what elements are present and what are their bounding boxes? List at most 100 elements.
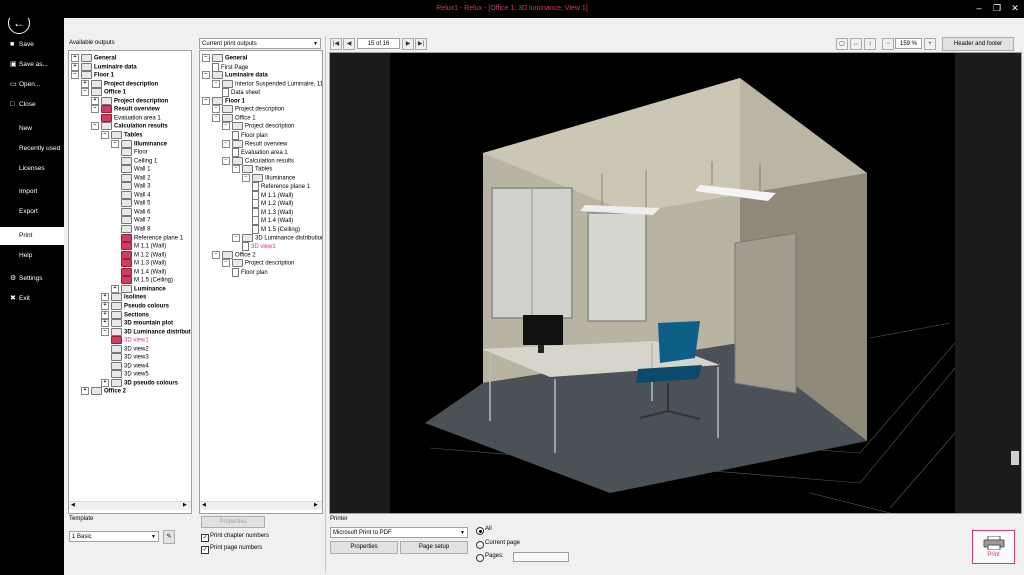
collapse-icon[interactable]: − <box>212 79 220 88</box>
menu-item-settings[interactable]: ⚙ Settings <box>0 270 64 288</box>
tree-item[interactable]: + Isolines <box>101 293 146 302</box>
tree-item[interactable]: + Luminance <box>111 284 166 294</box>
zoom-level[interactable]: 159 % <box>895 38 922 49</box>
properties-button[interactable]: Properties <box>201 516 265 528</box>
collapse-icon[interactable]: − <box>202 96 210 105</box>
menu-item-save[interactable]: ■ Save <box>0 36 64 54</box>
collapse-icon[interactable]: − <box>232 233 240 242</box>
restore-icon[interactable]: ❐ <box>990 2 1004 14</box>
tree-item[interactable]: − Illuminance <box>111 139 167 149</box>
tree-item[interactable]: + General <box>71 54 116 63</box>
collapse-icon[interactable]: − <box>222 139 230 148</box>
menu-item-close[interactable]: □ Close <box>0 96 64 114</box>
print-preview[interactable] <box>329 52 1022 514</box>
tree-item[interactable]: M 1.3 (Wall) <box>252 207 293 217</box>
scroll-right-icon[interactable]: ▶ <box>314 502 318 508</box>
expand-icon[interactable]: + <box>71 62 79 71</box>
tree-item[interactable]: + Sections <box>101 310 149 320</box>
tree-item[interactable]: − Illuminance <box>242 173 295 183</box>
tree-item[interactable]: + Project description <box>81 79 158 89</box>
tree-item[interactable]: − Calculation results <box>222 156 294 166</box>
collapse-icon[interactable]: − <box>232 165 240 174</box>
tree-item[interactable]: − Result overview <box>222 139 287 149</box>
menu-item-open[interactable]: ▭ Open... <box>0 76 64 94</box>
collapse-icon[interactable]: − <box>202 71 210 80</box>
tree-item[interactable]: − Office 1 <box>212 113 256 123</box>
tree-item[interactable]: − 3D Luminance distribution <box>232 233 322 243</box>
first-page-icon[interactable]: |◀ <box>330 38 342 50</box>
scroll-right-icon[interactable]: ▶ <box>183 502 187 508</box>
tree-item[interactable]: M 1.3 (Wall) <box>121 259 166 268</box>
print-page-numbers-checkbox[interactable]: ✓ <box>201 546 209 554</box>
prev-page-icon[interactable]: ◀ <box>343 38 355 50</box>
tree-item[interactable]: − Project description <box>212 105 284 114</box>
menu-item-print[interactable]: Print <box>0 227 64 245</box>
preview-scrollbar-thumb[interactable] <box>1011 451 1019 465</box>
tree-item[interactable]: Wall 8 <box>121 225 150 234</box>
collapse-icon[interactable]: − <box>202 54 210 62</box>
fit-width-icon[interactable]: ↔ <box>850 38 862 50</box>
expand-icon[interactable]: + <box>81 79 89 88</box>
tree-item[interactable]: Ceiling 1 <box>121 156 157 166</box>
current-outputs-tree[interactable]: ◀ ▶ − General First Page − Luminaire data − In… <box>199 50 323 514</box>
tree-item[interactable]: − Office 2 <box>212 250 256 260</box>
last-page-icon[interactable]: ▶| <box>415 38 427 50</box>
expand-icon[interactable]: + <box>111 284 119 293</box>
collapse-icon[interactable]: − <box>91 122 99 131</box>
tree-item[interactable]: M 1.1 (Wall) <box>121 242 166 251</box>
tree-item[interactable]: + Pseudo colours <box>101 301 169 311</box>
range-pages-radio[interactable] <box>476 554 484 562</box>
tree-item[interactable]: Evaluation area 1 <box>232 148 288 158</box>
collapse-icon[interactable]: − <box>101 327 109 336</box>
collapse-icon[interactable]: − <box>222 156 230 165</box>
expand-icon[interactable]: + <box>81 387 89 396</box>
tree-item[interactable]: + Luminaire data <box>71 62 137 72</box>
tree-item[interactable]: +3D mountain plot <box>101 319 173 328</box>
current-outputs-select[interactable]: Current print outputs ▼ <box>199 38 321 49</box>
tree-item[interactable]: 3D view4 <box>111 361 149 371</box>
expand-icon[interactable]: + <box>101 293 109 302</box>
tree-item[interactable]: Floor <box>121 148 148 157</box>
horizontal-scrollbar[interactable]: ◀ ▶ <box>69 501 191 510</box>
tree-item[interactable]: 3D view1 <box>242 242 276 252</box>
tree-item[interactable]: M 1.2 (Wall) <box>252 199 293 209</box>
tree-item[interactable]: Wall 6 <box>121 207 150 217</box>
print-button[interactable]: Print <box>972 530 1015 564</box>
fit-height-icon[interactable]: ↕ <box>864 38 876 50</box>
collapse-icon[interactable]: − <box>101 130 109 139</box>
tree-item[interactable]: +3D pseudo colours <box>101 378 178 388</box>
collapse-icon[interactable]: − <box>212 105 220 114</box>
tree-item[interactable]: − Luminaire data <box>202 71 268 80</box>
print-chapter-numbers-checkbox[interactable]: ✓ <box>201 534 209 542</box>
template-select[interactable]: 1 Basic ▼ <box>69 531 159 542</box>
tree-item[interactable]: − 3D Luminance distribution <box>101 327 191 337</box>
collapse-icon[interactable]: − <box>242 173 250 182</box>
tree-item[interactable]: M 1.4 (Wall) <box>121 267 166 277</box>
tree-item[interactable]: Wall 2 <box>121 173 150 183</box>
tree-item[interactable]: Data sheet <box>222 88 260 98</box>
available-outputs-tree[interactable]: ◀ ▶ + General + Luminaire data − Floor 1 + Proj… <box>68 50 192 514</box>
tree-item[interactable]: Wall 5 <box>121 199 150 208</box>
tree-item[interactable]: M 1.1 (Wall) <box>252 190 293 200</box>
expand-icon[interactable]: + <box>101 319 109 328</box>
tree-item[interactable]: − Calculation results <box>91 122 168 131</box>
collapse-icon[interactable]: − <box>71 71 79 80</box>
tree-item[interactable]: − Floor 1 <box>202 96 245 106</box>
menu-item-new[interactable]: New <box>0 120 64 138</box>
zoom-out-icon[interactable]: − <box>882 38 894 50</box>
tree-item[interactable]: Wall 1 <box>121 165 150 174</box>
collapse-icon[interactable]: − <box>91 105 99 114</box>
tree-item[interactable]: − General <box>202 54 247 63</box>
tree-item[interactable]: Evaluation area 1 <box>101 113 161 123</box>
scroll-left-icon[interactable]: ◀ <box>71 502 75 508</box>
collapse-icon[interactable]: − <box>111 139 119 148</box>
expand-icon[interactable]: + <box>101 301 109 310</box>
header-footer-button[interactable]: Header and footer <box>942 37 1014 51</box>
tree-item[interactable]: M 1.5 (Ceiling) <box>121 276 173 285</box>
tree-item[interactable]: + Project description <box>91 96 168 106</box>
printer-properties-button[interactable]: Properties <box>330 541 398 554</box>
page-setup-button[interactable]: Page setup <box>400 541 468 554</box>
expand-icon[interactable]: + <box>71 54 79 62</box>
collapse-icon[interactable]: − <box>212 113 220 122</box>
tree-item[interactable]: − Tables <box>232 165 272 174</box>
